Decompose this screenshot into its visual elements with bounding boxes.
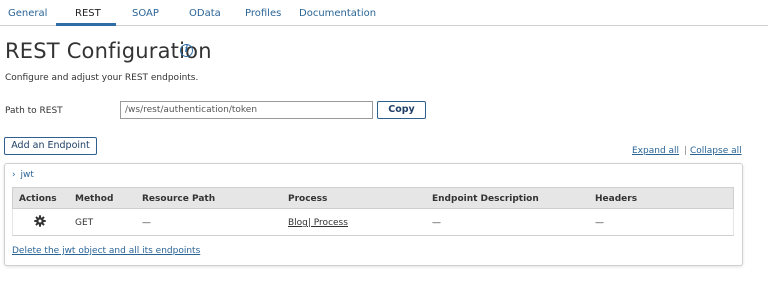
cell-process-link[interactable]: Blog| Process [288,218,348,228]
endpoints-table-header: Actions Method Resource Path Process End… [12,187,734,209]
cell-resource-path: — [142,218,151,228]
cell-method: GET [75,218,94,228]
column-header-actions: Actions [19,194,57,204]
expand-all-link[interactable]: Expand all [632,146,679,156]
info-icon[interactable]: i [180,44,193,57]
active-tab-indicator [56,23,116,26]
page-subtitle: Configure and adjust your REST endpoints… [5,73,199,83]
add-endpoint-button[interactable]: Add an Endpoint [4,137,97,155]
tab-profiles[interactable]: Profiles [245,8,281,19]
cell-endpoint-description: — [432,218,441,228]
path-to-rest-input[interactable] [120,101,373,119]
collapse-all-link[interactable]: Collapse all [690,146,742,156]
jwt-group-toggle[interactable]: › jwt [12,170,34,180]
group-name: jwt [20,170,34,180]
link-separator: | [684,146,688,156]
column-header-headers: Headers [595,194,638,204]
tab-documentation[interactable]: Documentation [299,8,376,19]
chevron-right-icon: › [12,170,16,180]
tab-rest[interactable]: REST [75,8,101,19]
tab-general[interactable]: General [8,8,47,19]
copy-button[interactable]: Copy [377,101,426,119]
tab-odata[interactable]: OData [189,8,221,19]
tab-bar: General REST SOAP OData Profiles Documen… [0,0,768,26]
delete-group-link[interactable]: Delete the jwt object and all its endpoi… [12,246,200,256]
column-header-method: Method [75,194,114,204]
column-header-endpoint-description: Endpoint Description [432,194,539,204]
gear-icon[interactable] [34,215,46,227]
column-header-resource-path: Resource Path [142,194,216,204]
table-row: GET — Blog| Process — — [12,209,734,236]
tab-soap[interactable]: SOAP [132,8,159,19]
cell-headers: — [595,218,604,228]
path-to-rest-label: Path to REST [5,106,63,116]
column-header-process: Process [288,194,328,204]
